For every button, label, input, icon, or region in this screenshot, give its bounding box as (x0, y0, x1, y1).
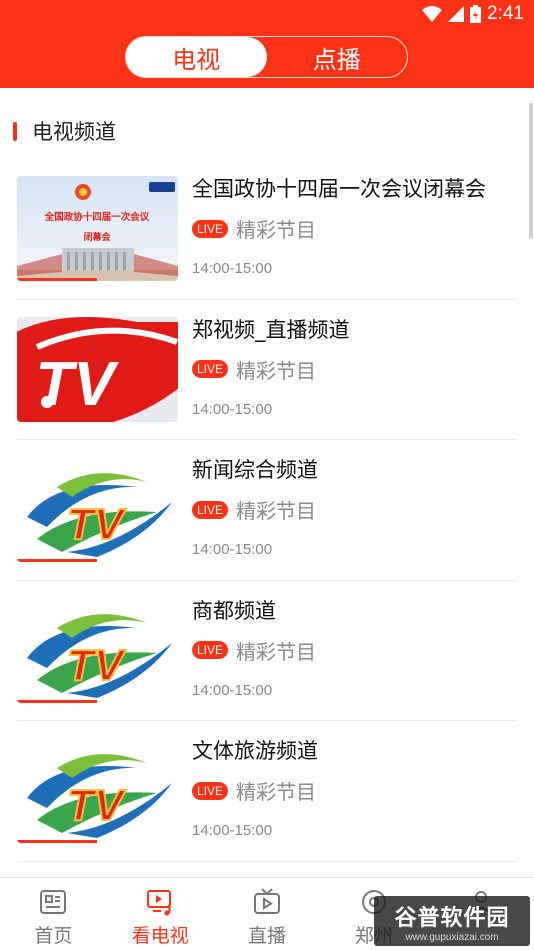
red-tv-logo: TV (17, 316, 178, 422)
tab-live[interactable]: 直播 (214, 878, 321, 950)
program-time: 14:00-15:00 (192, 681, 273, 699)
channel-item[interactable]: TV 新闻综合频道 LIVE 精彩节目 14:00-15:00 (17, 440, 517, 581)
program-time: 14:00-15:00 (192, 822, 273, 839)
live-row: LIVE 精彩节目 (192, 776, 316, 805)
program-title: 精彩节目 (236, 358, 317, 383)
tab-label: 首页 (34, 925, 73, 947)
channel-item[interactable]: TV 商都频道 LIVE 精彩节目 14:00-15:00 (17, 581, 517, 721)
site-watermark: 谷普软件园 www.gupuxiazai.com (374, 896, 530, 946)
top-header: 2:41 电视 点播 (0, 0, 534, 88)
tab-watch-tv[interactable]: 看电视 (107, 878, 214, 950)
section-header: 电视频道 (0, 103, 534, 159)
svg-text:TV: TV (67, 781, 127, 830)
live-row: LIVE 精彩节目 (192, 636, 316, 665)
tab-home[interactable]: 首页 (0, 878, 107, 950)
watch-progress (17, 278, 97, 281)
channel-thumbnail[interactable]: TV (17, 597, 178, 703)
channel-item[interactable]: 全国政协十四届一次会议 闭幕会 全国政协十四届一次会议闭幕会 LIVE 精彩节目… (17, 159, 517, 300)
svg-text:TV: TV (67, 641, 127, 690)
program-title: 精彩节目 (236, 639, 317, 664)
watermark-url: www.gupuxiazai.com (405, 931, 499, 943)
live-row: LIVE 精彩节目 (192, 214, 316, 243)
status-bar: 2:41 (422, 0, 524, 28)
live-badge: LIVE (192, 641, 229, 659)
tab-vod[interactable]: 点播 (267, 37, 408, 77)
program-time: 14:00-15:00 (192, 260, 273, 277)
program-time: 14:00-15:00 (192, 400, 273, 418)
status-time: 2:41 (487, 3, 524, 24)
wifi-icon (422, 6, 443, 22)
tv-swoosh-logo: TV (17, 597, 178, 703)
watch-progress (17, 699, 97, 703)
live-row: LIVE 精彩节目 (192, 495, 316, 524)
channel-list: 全国政协十四届一次会议 闭幕会 全国政协十四届一次会议闭幕会 LIVE 精彩节目… (0, 159, 534, 862)
tab-tv[interactable]: 电视 (126, 37, 267, 77)
channel-name: 商都频道 (192, 598, 276, 623)
tab-label: 直播 (247, 925, 286, 947)
section-title: 电视频道 (32, 120, 116, 144)
channel-item[interactable]: TV 文体旅游频道 LIVE 精彩节目 14:00-15:00 (17, 721, 517, 862)
channel-thumbnail[interactable]: 全国政协十四届一次会议 闭幕会 (17, 176, 178, 281)
channel-thumbnail[interactable]: TV (17, 316, 178, 422)
tv-music-icon (147, 890, 172, 916)
live-badge: LIVE (192, 781, 229, 800)
live-badge: LIVE (192, 500, 229, 519)
news-icon (40, 890, 67, 914)
tv-swoosh-logo: TV (17, 457, 178, 562)
program-time: 14:00-15:00 (192, 541, 273, 558)
svg-text:TV: TV (67, 500, 127, 549)
channel-item[interactable]: TV 郑视频_直播频道 LIVE 精彩节目 14:00-15:00 (17, 300, 517, 440)
live-row: LIVE 精彩节目 (192, 355, 316, 384)
scrollbar[interactable] (529, 103, 533, 239)
watermark-title: 谷普软件园 (394, 905, 510, 931)
live-badge: LIVE (192, 219, 229, 238)
channel-thumbnail[interactable]: TV (17, 738, 178, 843)
tv-vod-switch[interactable]: 电视 点播 (125, 36, 408, 78)
live-tv-icon (253, 888, 280, 914)
channel-name: 新闻综合频道 (192, 458, 318, 482)
svg-text:全国政协十四届一次会议: 全国政协十四届一次会议 (44, 211, 150, 223)
conference-thumb: 全国政协十四届一次会议 闭幕会 (17, 176, 178, 281)
section-accent-bar (13, 121, 17, 141)
svg-text:TV: TV (35, 350, 119, 419)
signal-icon (448, 6, 465, 22)
tab-label: 看电视 (131, 925, 189, 947)
watch-progress (17, 840, 97, 843)
channel-thumbnail[interactable]: TV (17, 457, 178, 562)
channel-name: 郑视频_直播频道 (192, 317, 350, 342)
watch-progress (17, 559, 97, 562)
tv-swoosh-logo: TV (17, 738, 178, 843)
program-title: 精彩节目 (236, 218, 317, 242)
svg-text:闭幕会: 闭幕会 (83, 231, 111, 243)
program-title: 精彩节目 (236, 499, 317, 523)
channel-name: 文体旅游频道 (192, 739, 318, 763)
program-title: 精彩节目 (236, 780, 317, 804)
channel-name: 全国政协十四届一次会议闭幕会 (192, 177, 486, 201)
live-badge: LIVE (192, 360, 229, 378)
battery-icon (470, 5, 482, 23)
